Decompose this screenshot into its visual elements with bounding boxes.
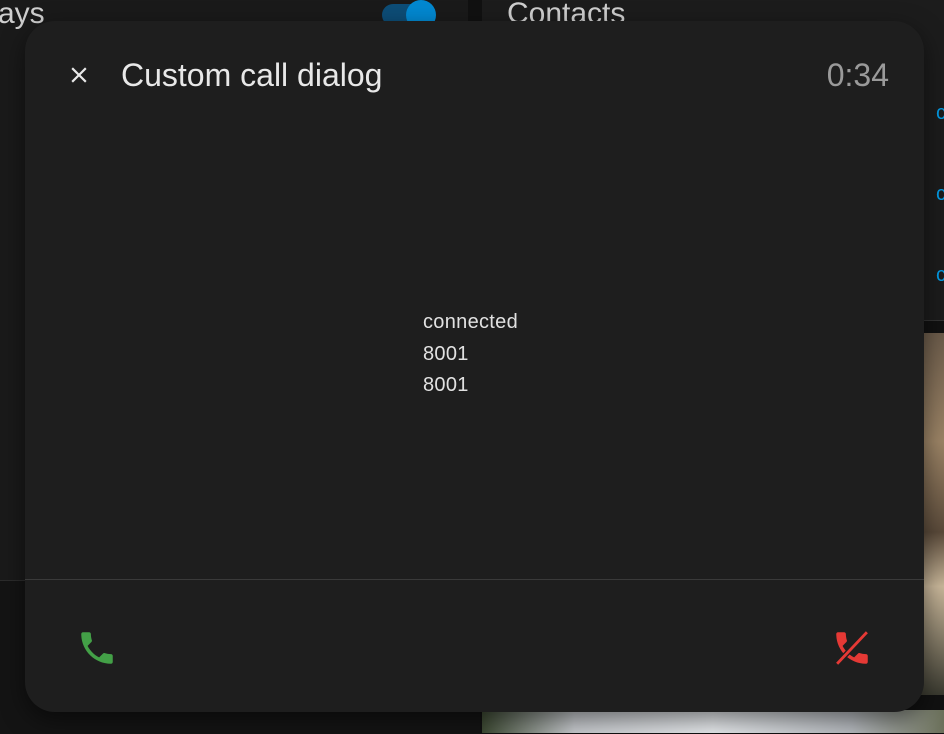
- contact-link[interactable]: c: [936, 183, 944, 205]
- call-dialog: Custom call dialog 0:34 connected 8001 8…: [25, 21, 924, 712]
- phone-hangup-icon: [835, 630, 869, 666]
- dialog-title: Custom call dialog: [121, 57, 383, 93]
- close-icon: [71, 67, 87, 83]
- call-timer: 0:34: [826, 57, 889, 93]
- background-camera-image-bottom: [482, 710, 944, 733]
- hangup-call-button[interactable]: [828, 624, 876, 672]
- caller-number: 8001: [423, 342, 469, 365]
- answer-call-button[interactable]: [73, 624, 121, 672]
- caller-name: 8001: [423, 374, 469, 396]
- contact-link[interactable]: c: [936, 102, 944, 124]
- call-info: connected 8001 8001: [423, 307, 518, 402]
- phone-icon: [81, 632, 113, 664]
- contact-link[interactable]: c: [936, 264, 944, 286]
- close-button[interactable]: [61, 57, 97, 93]
- dialog-footer: [25, 579, 924, 712]
- call-status: connected: [423, 311, 518, 333]
